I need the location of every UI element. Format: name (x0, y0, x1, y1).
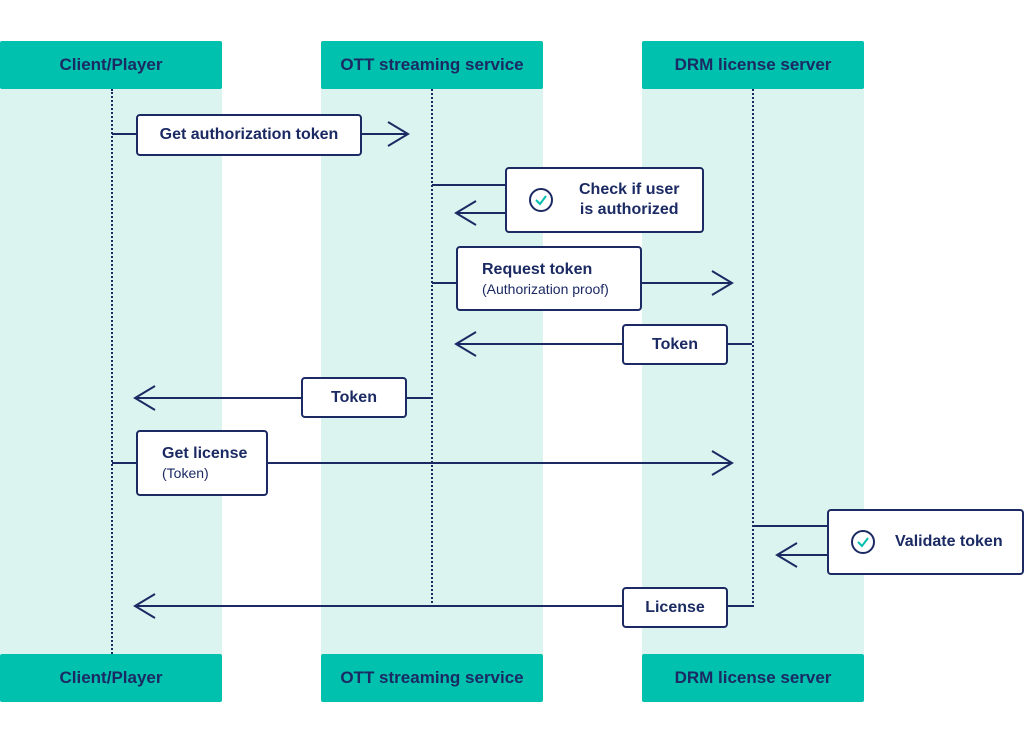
message-title: Validate token (895, 533, 1003, 550)
message-title: Get authorization token (159, 126, 339, 143)
message-request-token: Request token (Authorization proof) (456, 246, 642, 311)
check-circle-icon (851, 530, 875, 554)
message-get-license: Get license (Token) (136, 430, 268, 496)
message-get-authorization-token: Get authorization token (136, 114, 362, 156)
message-title-line2: is authorized (579, 201, 679, 218)
message-license: License (622, 587, 728, 628)
message-title: Request token (482, 260, 593, 278)
message-token-ott: Token (301, 377, 407, 418)
message-subtitle: (Authorization proof) (482, 280, 609, 297)
message-title: License (645, 598, 705, 616)
message-check-authorized: Check if user is authorized (505, 167, 704, 233)
message-title-line1: Check if user (579, 181, 680, 198)
message-title: Token (331, 388, 377, 406)
message-token-drm: Token (622, 324, 728, 365)
message-subtitle: (Token) (162, 465, 209, 481)
message-validate-token: Validate token (827, 509, 1024, 575)
message-title: Get license (162, 445, 248, 462)
message-title: Token (652, 335, 698, 353)
check-circle-icon (529, 188, 553, 212)
message-arrows (112, 121, 828, 619)
